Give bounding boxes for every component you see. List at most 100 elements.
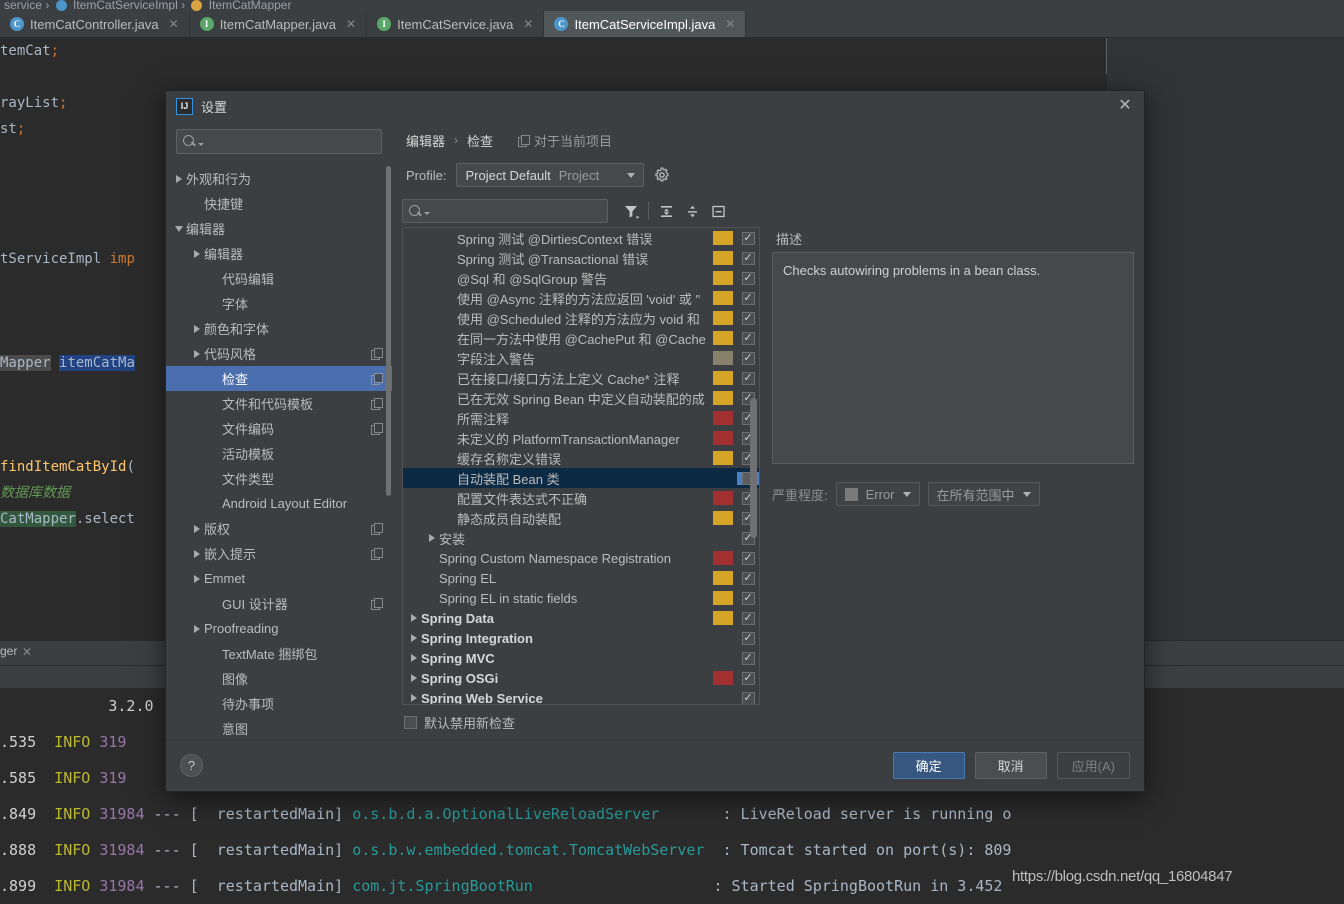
inspection-checkbox[interactable]: ✓ xyxy=(741,611,755,625)
inspection-checkbox-cell[interactable]: ✓ xyxy=(737,251,759,265)
inspection-checkbox-cell[interactable]: ✓ xyxy=(737,291,759,305)
inspection-checkbox[interactable]: ✓ xyxy=(741,271,755,285)
profile-select[interactable]: Project Default Project xyxy=(456,163,645,187)
sidebar-item-14[interactable]: 版权 xyxy=(166,516,392,541)
inspection-row-19[interactable]: Spring Data ✓ xyxy=(403,608,759,628)
inspection-checkbox[interactable]: ✓ xyxy=(741,331,755,345)
editor-tab-2[interactable]: I ItemCatService.java ✕ xyxy=(367,11,545,37)
inspection-checkbox[interactable]: ✓ xyxy=(741,691,755,704)
sidebar-item-8[interactable]: 检查 xyxy=(166,366,392,391)
inspection-checkbox[interactable]: ✓ xyxy=(741,311,755,325)
cancel-button[interactable]: 取消 xyxy=(974,752,1047,779)
inspection-row-0[interactable]: Spring 测试 @DirtiesContext 错误 ✓ xyxy=(403,228,759,248)
inspection-list[interactable]: Spring 测试 @DirtiesContext 错误 ✓ Spring 测试 @… xyxy=(403,228,759,704)
inspection-row-18[interactable]: Spring EL in static fields ✓ xyxy=(403,588,759,608)
inspection-checkbox[interactable]: ✓ xyxy=(741,571,755,585)
breadcrumb-segment-0[interactable]: service xyxy=(4,0,42,11)
sidebar-item-22[interactable]: 意图 xyxy=(166,716,392,739)
inspection-row-3[interactable]: 使用 @Async 注释的方法应返回 'void' 或 " ✓ xyxy=(403,288,759,308)
ok-button[interactable]: 确定 xyxy=(892,752,965,779)
inspection-checkbox-cell[interactable]: ✓ xyxy=(737,231,759,245)
editor-tab-0[interactable]: C ItemCatController.java ✕ xyxy=(0,11,190,37)
sidebar-item-13[interactable]: Android Layout Editor xyxy=(166,491,392,516)
sidebar-item-5[interactable]: 字体 xyxy=(166,291,392,316)
inspection-row-11[interactable]: 缓存名称定义错误 ✓ xyxy=(403,448,759,468)
inspection-row-14[interactable]: 静态成员自动装配 ✓ xyxy=(403,508,759,528)
inspection-checkbox[interactable]: ✓ xyxy=(741,251,755,265)
sidebar-item-12[interactable]: 文件类型 xyxy=(166,466,392,491)
inspection-checkbox[interactable]: ✓ xyxy=(741,631,755,645)
inspection-checkbox-cell[interactable]: ✓ xyxy=(737,551,759,565)
inspection-checkbox-cell[interactable]: ✓ xyxy=(737,311,759,325)
sidebar-item-18[interactable]: Proofreading xyxy=(166,616,392,641)
inspection-checkbox[interactable]: ✓ xyxy=(741,551,755,565)
expand-all-icon[interactable] xyxy=(653,199,679,223)
console-tab-label[interactable]: ger xyxy=(0,644,17,658)
settings-tree[interactable]: 外观和行为 快捷键 编辑器 编辑器 代码编辑 字体 颜色和字体 代码风格 检查 文件和代码模板 文件… xyxy=(166,166,392,739)
inspection-checkbox[interactable]: ✓ xyxy=(741,591,755,605)
inspection-checkbox[interactable]: ✓ xyxy=(741,291,755,305)
sidebar-item-6[interactable]: 颜色和字体 xyxy=(166,316,392,341)
editor-tab-3[interactable]: C ItemCatServiceImpl.java ✕ xyxy=(544,11,747,37)
inspection-checkbox-cell[interactable]: ✓ xyxy=(737,331,759,345)
inspection-row-9[interactable]: 所需注释 ✓ xyxy=(403,408,759,428)
sidebar-item-21[interactable]: 待办事项 xyxy=(166,691,392,716)
inspection-row-15[interactable]: 安装 ✓ xyxy=(403,528,759,548)
sidebar-item-4[interactable]: 代码编辑 xyxy=(166,266,392,291)
collapse-all-icon[interactable] xyxy=(679,199,705,223)
inspection-row-6[interactable]: 字段注入警告 ✓ xyxy=(403,348,759,368)
inspection-row-10[interactable]: 未定义的 PlatformTransactionManager ✓ xyxy=(403,428,759,448)
sidebar-item-7[interactable]: 代码风格 xyxy=(166,341,392,366)
group-by-icon[interactable] xyxy=(705,199,731,223)
severity-select[interactable]: Error xyxy=(835,482,920,506)
inspection-checkbox-cell[interactable]: ✓ xyxy=(737,651,759,665)
gear-icon[interactable] xyxy=(654,167,670,183)
inspection-row-2[interactable]: @Sql 和 @SqlGroup 警告 ✓ xyxy=(403,268,759,288)
inspection-row-16[interactable]: Spring Custom Namespace Registration ✓ xyxy=(403,548,759,568)
close-icon[interactable]: ✕ xyxy=(1116,97,1134,115)
sidebar-item-17[interactable]: GUI 设计器 xyxy=(166,591,392,616)
sidebar-item-0[interactable]: 外观和行为 xyxy=(166,166,392,191)
inspection-row-23[interactable]: Spring Web Service ✓ xyxy=(403,688,759,704)
disable-new-inspections-row[interactable]: 默认禁用新检查 xyxy=(392,705,1144,739)
close-icon[interactable]: ✕ xyxy=(22,645,32,659)
inspection-row-17[interactable]: Spring EL ✓ xyxy=(403,568,759,588)
apply-button[interactable]: 应用(A) xyxy=(1056,752,1130,779)
breadcrumb-segment-2[interactable]: ItemCatMapper xyxy=(209,0,292,11)
settings-search-box[interactable] xyxy=(176,129,382,154)
inspection-row-8[interactable]: 已在无效 Spring Bean 中定义自动装配的成 ✓ xyxy=(403,388,759,408)
sidebar-item-11[interactable]: 活动模板 xyxy=(166,441,392,466)
inspection-row-1[interactable]: Spring 测试 @Transactional 错误 ✓ xyxy=(403,248,759,268)
inspection-row-20[interactable]: Spring Integration ✓ xyxy=(403,628,759,648)
filter-icon[interactable] xyxy=(618,199,644,223)
sidebar-item-15[interactable]: 嵌入提示 xyxy=(166,541,392,566)
sidebar-item-20[interactable]: 图像 xyxy=(166,666,392,691)
inspection-row-7[interactable]: 已在接口/接口方法上定义 Cache* 注释 ✓ xyxy=(403,368,759,388)
close-icon[interactable]: ✕ xyxy=(169,17,179,31)
close-icon[interactable]: ✕ xyxy=(346,17,356,31)
sidebar-item-9[interactable]: 文件和代码模板 xyxy=(166,391,392,416)
sidebar-item-1[interactable]: 快捷键 xyxy=(166,191,392,216)
inspection-checkbox-cell[interactable]: ✓ xyxy=(737,631,759,645)
inspection-row-21[interactable]: Spring MVC ✓ xyxy=(403,648,759,668)
sidebar-item-2[interactable]: 编辑器 xyxy=(166,216,392,241)
disable-new-checkbox[interactable] xyxy=(404,715,417,729)
scope-select[interactable]: 在所有范围中 xyxy=(927,482,1040,506)
inspection-checkbox[interactable]: ✓ xyxy=(741,651,755,665)
inspection-checkbox[interactable]: ✓ xyxy=(741,351,755,365)
tree-scrollbar-thumb[interactable] xyxy=(386,166,391,496)
inspection-checkbox[interactable]: ✓ xyxy=(741,371,755,385)
inspection-scrollbar-thumb[interactable] xyxy=(750,398,757,538)
inspection-row-12[interactable]: 自动装配 Bean 类 xyxy=(403,468,759,488)
inspection-checkbox-cell[interactable]: ✓ xyxy=(737,691,759,704)
sidebar-item-16[interactable]: Emmet xyxy=(166,566,392,591)
breadcrumb-parent[interactable]: 编辑器 xyxy=(406,131,445,150)
help-icon[interactable]: ? xyxy=(180,754,203,777)
inspection-checkbox-cell[interactable]: ✓ xyxy=(737,591,759,605)
inspection-checkbox-cell[interactable]: ✓ xyxy=(737,571,759,585)
inspection-row-13[interactable]: 配置文件表达式不正确 ✓ xyxy=(403,488,759,508)
breadcrumb-segment-1[interactable]: ItemCatServiceImpl xyxy=(73,0,178,11)
inspection-row-5[interactable]: 在同一方法中使用 @CachePut 和 @Cache ✓ xyxy=(403,328,759,348)
sidebar-item-19[interactable]: TextMate 捆绑包 xyxy=(166,641,392,666)
inspection-row-22[interactable]: Spring OSGi ✓ xyxy=(403,668,759,688)
